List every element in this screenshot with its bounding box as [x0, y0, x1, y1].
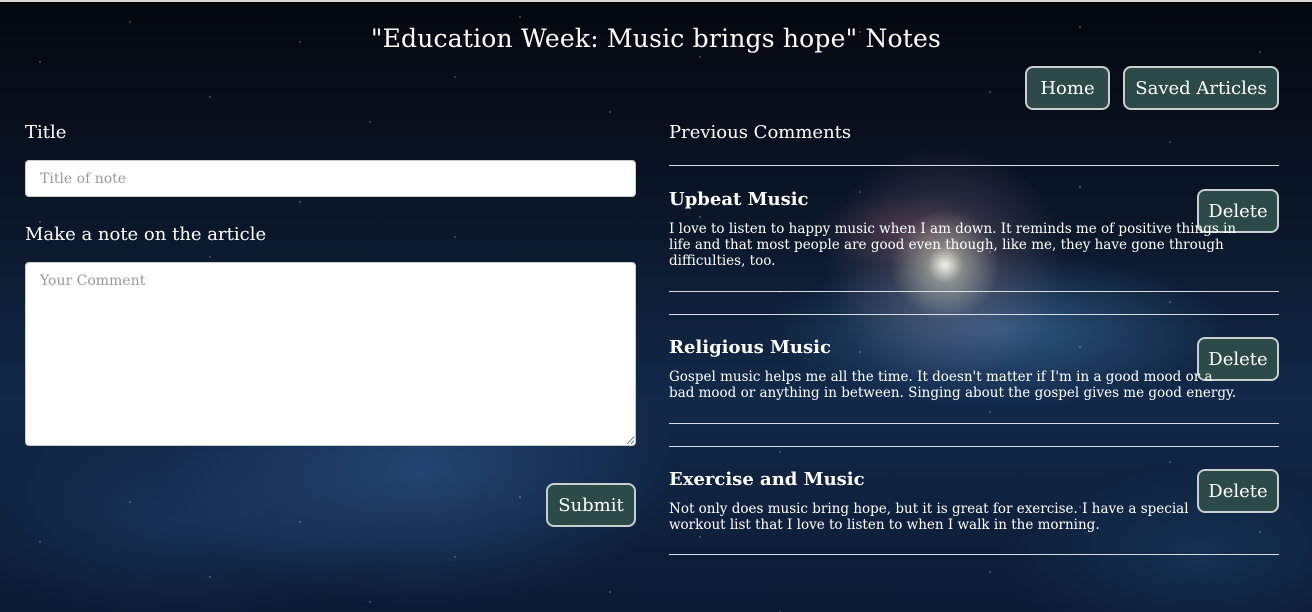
comment-body: I love to listen to happy music when I a…	[669, 221, 1237, 269]
comment-body: Not only does music bring hope, but it i…	[669, 501, 1189, 533]
previous-comments-heading: Previous Comments	[669, 122, 852, 143]
divider	[669, 165, 1279, 166]
saved-articles-button[interactable]: Saved Articles	[1123, 66, 1279, 110]
divider	[669, 291, 1279, 292]
title-input[interactable]	[25, 160, 636, 197]
divider	[669, 314, 1279, 315]
comment-title: Religious Music	[669, 337, 831, 358]
note-label: Make a note on the article	[25, 224, 267, 245]
submit-button[interactable]: Submit	[546, 483, 636, 527]
title-label: Title	[25, 122, 67, 143]
comment-textarea[interactable]	[25, 262, 636, 446]
divider	[669, 446, 1279, 447]
home-button[interactable]: Home	[1025, 66, 1110, 110]
comment-title: Exercise and Music	[669, 469, 865, 490]
comment-body: Gospel music helps me all the time. It d…	[669, 369, 1237, 401]
divider	[669, 554, 1279, 555]
page-title: "Education Week: Music brings hope" Note…	[370, 24, 942, 53]
comment-title: Upbeat Music	[669, 189, 809, 210]
divider	[669, 423, 1279, 424]
